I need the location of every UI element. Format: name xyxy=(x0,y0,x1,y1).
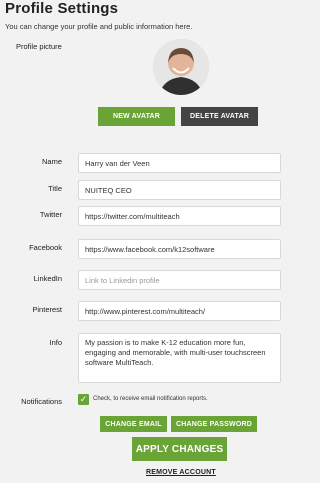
notifications-description: Check, to receive email notification rep… xyxy=(93,396,208,402)
title-label: Title xyxy=(48,184,62,193)
profile-picture-label: Profile picture xyxy=(16,42,62,51)
notifications-label: Notifications xyxy=(21,397,62,406)
linkedin-label: LinkedIn xyxy=(33,274,62,283)
twitter-field[interactable]: https://twitter.com/multiteach xyxy=(78,206,281,226)
delete-avatar-button[interactable]: DELETE AVATAR xyxy=(181,107,258,126)
name-label: Name xyxy=(41,157,62,166)
title-field[interactable]: NUITEQ CEO xyxy=(78,180,281,200)
check-icon: ✓ xyxy=(79,394,88,404)
page-subtitle: You can change your profile and public i… xyxy=(5,22,193,31)
avatar-photo xyxy=(153,39,209,95)
pinterest-label: Pinterest xyxy=(32,305,62,314)
page-title: Profile Settings xyxy=(5,0,119,17)
change-password-button[interactable]: CHANGE PASSWORD xyxy=(171,416,257,432)
facebook-label: Facebook xyxy=(29,243,62,252)
notifications-checkbox[interactable]: ✓ xyxy=(78,394,89,405)
new-avatar-button[interactable]: NEW AVATAR xyxy=(98,107,175,126)
avatar xyxy=(153,39,209,95)
twitter-label: Twitter xyxy=(39,210,62,219)
remove-account-link[interactable]: REMOVE ACCOUNT xyxy=(146,469,216,476)
pinterest-field[interactable]: http://www.pinterest.com/multiteach/ xyxy=(78,301,281,321)
info-label: Info xyxy=(49,338,62,347)
linkedin-field[interactable]: Link to Linkedin profile xyxy=(78,270,281,290)
apply-changes-button[interactable]: APPLY CHANGES xyxy=(132,437,227,461)
name-field[interactable]: Harry van der Veen xyxy=(78,153,281,173)
facebook-field[interactable]: https://www.facebook.com/k12software xyxy=(78,239,281,259)
change-email-button[interactable]: CHANGE EMAIL xyxy=(100,416,167,432)
info-textarea[interactable]: My passion is to make K-12 education mor… xyxy=(78,333,281,383)
